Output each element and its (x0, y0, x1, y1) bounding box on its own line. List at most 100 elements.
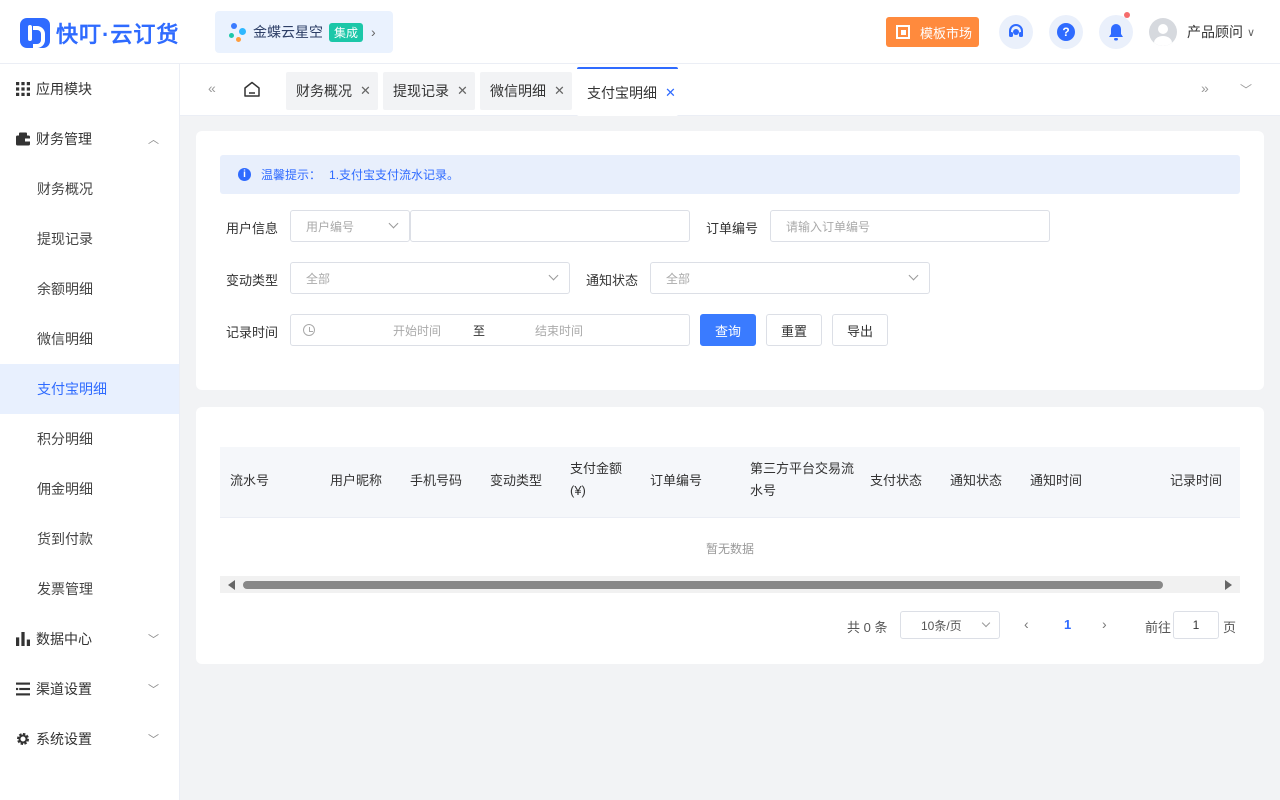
sidebar-item-label: 发票管理 (37, 581, 93, 597)
scroll-tabs-right-icon[interactable]: » (1201, 80, 1209, 96)
select-value: 全部 (306, 271, 331, 286)
sidebar-group-app-modules[interactable]: 应用模块 (0, 64, 179, 114)
scroll-tabs-left-icon[interactable]: « (208, 80, 216, 96)
export-button[interactable]: 导出 (832, 314, 888, 346)
sidebar-item-cod[interactable]: 货到付款 (0, 514, 179, 564)
sidebar-item-commission[interactable]: 佣金明细 (0, 464, 179, 514)
page-unit-label: 页 (1223, 620, 1237, 635)
column-header: 支付状态 (870, 473, 923, 488)
prev-page-icon[interactable]: ‹ (1024, 616, 1029, 632)
select-value: 用户编号 (306, 219, 355, 234)
close-icon[interactable]: ✕ (665, 85, 676, 101)
tab-wechat[interactable]: 微信明细 ✕ (480, 72, 572, 110)
notification-dot (1124, 12, 1130, 18)
scroll-left-arrow-icon[interactable] (228, 580, 235, 590)
change-type-select[interactable]: 全部 (290, 262, 570, 294)
next-page-icon[interactable]: › (1102, 616, 1107, 632)
sidebar-group-data-center[interactable]: 数据中心 ﹀ (0, 614, 179, 664)
sidebar-item-label: 财务概况 (37, 181, 93, 197)
sidebar-item-finance-overview[interactable]: 财务概况 (0, 164, 179, 214)
sidebar-item-label: 提现记录 (37, 231, 93, 247)
user-info-type-select[interactable]: 用户编号 (290, 210, 410, 242)
sidebar-item-alipay[interactable]: 支付宝明细 (0, 364, 179, 414)
query-button[interactable]: 查询 (700, 314, 756, 346)
tab-withdrawals[interactable]: 提现记录 ✕ (383, 72, 475, 110)
clock-icon (303, 324, 315, 336)
top-header: 快叮·云订货 金蝶云星空 集成 › 模板市场 ? 产品顾问 ∨ (0, 0, 1280, 64)
chevron-up-icon: ︿ (148, 134, 159, 146)
reset-button[interactable]: 重置 (766, 314, 822, 346)
user-name: 产品顾问 (1187, 24, 1243, 40)
user-info-label: 用户信息 (226, 221, 279, 236)
tab-label: 提现记录 (393, 83, 449, 99)
goto-label: 前往 (1145, 620, 1172, 635)
column-header: 通知状态 (950, 473, 1003, 488)
end-time-input[interactable]: 结束时间 (489, 322, 629, 339)
chevron-right-icon: › (371, 24, 376, 40)
record-time-range[interactable]: 开始时间 至 结束时间 (290, 314, 690, 346)
integration-pill[interactable]: 金蝶云星空 集成 › (215, 11, 393, 53)
sidebar-group-label: 财务管理 (36, 131, 92, 147)
current-page[interactable]: 1 (1064, 617, 1071, 632)
scrollbar-thumb[interactable] (243, 581, 1163, 589)
select-value: 全部 (666, 271, 691, 286)
bar-chart-icon (16, 632, 30, 646)
notify-status-label: 通知状态 (586, 273, 639, 288)
sidebar: 应用模块 财务管理 ︿ 财务概况 提现记录 余额明细 微信明细 支付宝明细 积分… (0, 64, 180, 800)
column-header: 用户昵称 (330, 473, 383, 488)
sidebar-item-wechat[interactable]: 微信明细 (0, 314, 179, 364)
close-icon[interactable]: ✕ (360, 83, 371, 99)
help-button[interactable]: ? (1049, 15, 1083, 49)
tabs-bar: « 财务概况 ✕ 提现记录 ✕ 微信明细 ✕ 支付宝明细 ✕ » ﹀ (180, 64, 1280, 116)
chevron-down-icon (981, 618, 991, 628)
chevron-down-icon (548, 270, 559, 281)
notice-banner: i 温馨提示： 1.支付宝支付流水记录。 (220, 155, 1240, 194)
customer-service-button[interactable] (999, 15, 1033, 49)
template-market-button[interactable]: 模板市场 (886, 17, 979, 47)
sidebar-group-finance[interactable]: 财务管理 ︿ (0, 114, 179, 164)
column-header: 流水号 (230, 473, 270, 488)
logo-text: 快叮·云订货 (56, 22, 180, 47)
sidebar-item-balance[interactable]: 余额明细 (0, 264, 179, 314)
input-placeholder: 请输入订单编号 (786, 219, 871, 234)
tabs-menu-chevron-down-icon[interactable]: ﹀ (1240, 81, 1252, 98)
sidebar-item-points[interactable]: 积分明细 (0, 414, 179, 464)
notify-status-select[interactable]: 全部 (650, 262, 930, 294)
sidebar-group-system[interactable]: 系统设置 ﹀ (0, 714, 179, 764)
gear-icon (17, 733, 29, 745)
sidebar-item-invoices[interactable]: 发票管理 (0, 564, 179, 614)
sidebar-item-withdrawals[interactable]: 提现记录 (0, 214, 179, 264)
template-market-label: 模板市场 (920, 25, 973, 41)
sidebar-group-label: 应用模块 (36, 81, 92, 97)
notice-text: 1.支付宝支付流水记录。 (329, 168, 460, 182)
tab-alipay[interactable]: 支付宝明细 ✕ (577, 67, 678, 116)
empty-state-text: 暂无数据 (705, 542, 754, 556)
order-no-input[interactable]: 请输入订单编号 (770, 210, 1050, 242)
sidebar-item-label: 微信明细 (37, 331, 93, 347)
start-time-input[interactable]: 开始时间 (365, 322, 469, 339)
kingdee-logo-icon (229, 21, 249, 43)
close-icon[interactable]: ✕ (457, 83, 468, 99)
user-menu[interactable]: 产品顾问 ∨ (1149, 18, 1255, 46)
notifications-button[interactable] (1099, 12, 1133, 49)
column-header: 通知时间 (1030, 473, 1083, 488)
logo-icon (20, 18, 50, 48)
page-size-select[interactable]: 10条/页 (900, 611, 1000, 639)
sidebar-group-channels[interactable]: 渠道设置 ﹀ (0, 664, 179, 714)
column-header: 支付金额 (¥) (570, 461, 623, 498)
app-logo[interactable]: 快叮·云订货 (20, 17, 179, 49)
goto-page-input[interactable]: 1 (1173, 611, 1219, 639)
close-icon[interactable]: ✕ (554, 83, 565, 99)
user-info-input[interactable] (410, 210, 690, 242)
tab-finance-overview[interactable]: 财务概况 ✕ (286, 72, 378, 110)
home-icon[interactable] (243, 81, 261, 98)
column-header: 变动类型 (490, 473, 543, 488)
scroll-right-arrow-icon[interactable] (1225, 580, 1232, 590)
chevron-down-icon: ﹀ (148, 684, 159, 696)
chevron-down-icon: ∨ (1247, 26, 1256, 39)
sidebar-item-label: 积分明细 (37, 431, 93, 447)
list-icon (16, 682, 30, 696)
order-no-label: 订单编号 (706, 221, 759, 236)
sidebar-group-label: 渠道设置 (36, 681, 92, 697)
table-header: 流水号 用户昵称 手机号码 变动类型 支付金额 (¥) 订单编号 第三方平台交易流… (220, 447, 1240, 518)
